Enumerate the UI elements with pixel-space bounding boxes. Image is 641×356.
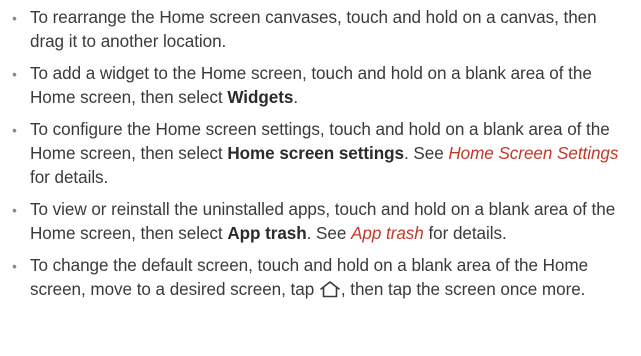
home-screen-settings-label: Home screen settings <box>227 144 404 164</box>
tip-app-trash: • To view or reinstall the uninstalled ap… <box>0 198 641 247</box>
tip-change-default-screen: • To change the default screen, touch and… <box>0 254 641 303</box>
tip-text-end: for details. <box>30 168 109 188</box>
bullet: • <box>12 121 17 138</box>
tip-text-end: , then tap the screen once more. <box>340 280 586 300</box>
app-trash-link[interactable]: App trash <box>351 224 424 243</box>
app-trash-label: App trash <box>227 224 307 244</box>
tips-list: • To rearrange the Home screen canvases, … <box>0 0 641 302</box>
tip-text: To add a widget to the Home screen, touc… <box>30 63 592 108</box>
tip-text-end: for details. <box>423 224 507 244</box>
tip-add-widget: • To add a widget to the Home screen, tou… <box>0 62 641 111</box>
tip-home-screen-settings: • To configure the Home screen settings, … <box>0 118 641 191</box>
tip-text: To rearrange the Home screen canvases, t… <box>30 8 597 52</box>
tip-rearrange-canvases: • To rearrange the Home screen canvases, … <box>0 6 641 55</box>
tip-text-end: . <box>293 88 299 108</box>
tip-text-mid: . See <box>403 144 449 164</box>
bullet: • <box>12 65 17 82</box>
bullet: • <box>12 10 17 26</box>
tip-text-mid: . See <box>306 224 352 244</box>
widgets-label: Widgets <box>227 88 294 108</box>
bullet: • <box>12 257 17 274</box>
home-icon <box>319 280 341 298</box>
bullet: • <box>12 201 17 218</box>
home-screen-settings-link[interactable]: Home Screen Settings <box>448 144 618 163</box>
